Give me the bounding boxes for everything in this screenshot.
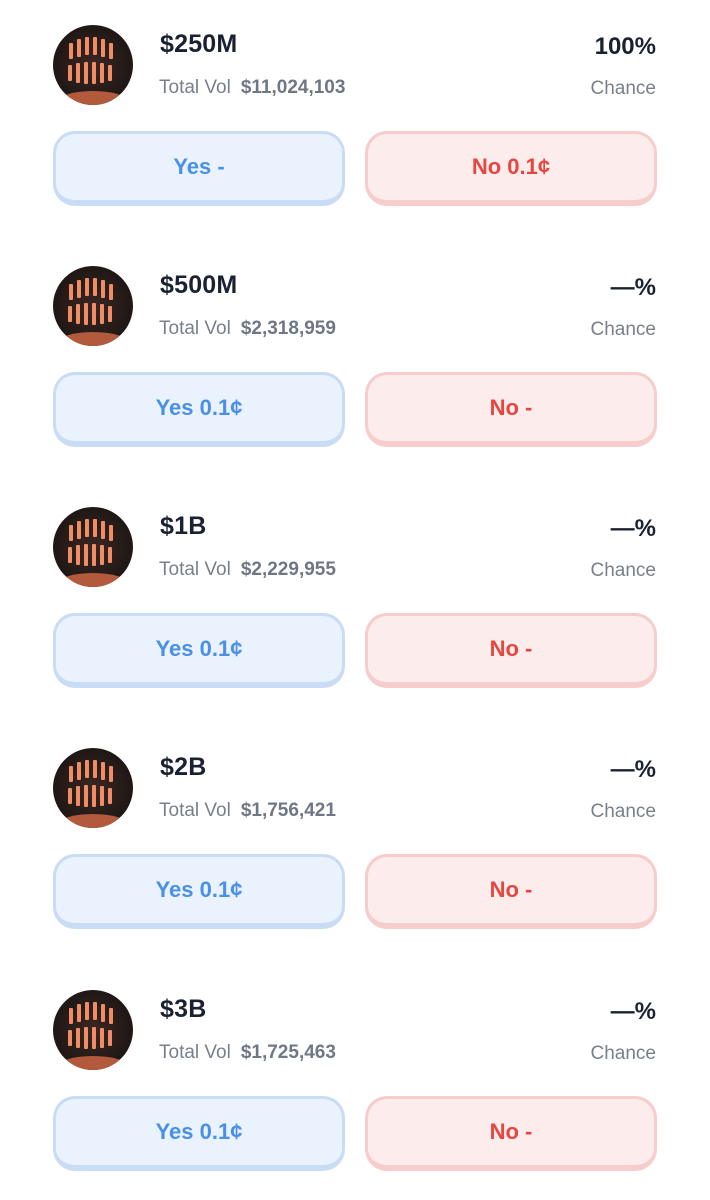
market-title: $2B <box>160 753 207 781</box>
yes-button[interactable]: Yes 0.1¢ <box>53 613 345 688</box>
market-image <box>53 507 133 587</box>
yes-button[interactable]: Yes - <box>53 131 345 206</box>
no-button[interactable]: No - <box>365 613 657 688</box>
market-image-icon <box>53 25 133 105</box>
market-title: $500M <box>160 271 238 299</box>
total-volume-value: $1,725,463 <box>240 1042 336 1063</box>
total-volume: Total Vol $11,024,103 <box>159 77 345 99</box>
total-volume-label: Total Vol <box>159 77 231 98</box>
market-row: $1B Total Vol $2,229,955 —% Chance Yes 0.… <box>0 482 710 688</box>
chance-percent: —% <box>610 274 656 301</box>
yes-button[interactable]: Yes 0.1¢ <box>53 854 345 929</box>
total-volume-value: $11,024,103 <box>240 77 346 98</box>
chance-label: Chance <box>590 319 657 340</box>
market-image <box>53 748 133 828</box>
market-image <box>53 266 133 346</box>
no-button[interactable]: No - <box>365 854 657 929</box>
total-volume-label: Total Vol <box>159 318 231 339</box>
chance-percent: —% <box>610 756 656 783</box>
total-volume: Total Vol $2,229,955 <box>159 559 336 581</box>
market-image-icon <box>53 507 133 587</box>
chance-percent: —% <box>610 998 656 1025</box>
market-title: $3B <box>160 995 207 1023</box>
market-row: $250M Total Vol $11,024,103 100% Chance Y… <box>0 0 710 206</box>
chance-percent: —% <box>610 515 656 542</box>
market-image-icon <box>53 266 133 346</box>
market-image <box>53 990 133 1070</box>
market-row: $2B Total Vol $1,756,421 —% Chance Yes 0.… <box>0 723 710 929</box>
total-volume-value: $1,756,421 <box>240 800 336 821</box>
total-volume-label: Total Vol <box>159 559 231 580</box>
no-button[interactable]: No 0.1¢ <box>365 131 657 206</box>
total-volume: Total Vol $1,725,463 <box>159 1042 336 1064</box>
total-volume: Total Vol $2,318,959 <box>159 318 336 340</box>
chance-label: Chance <box>590 1043 657 1064</box>
yes-button[interactable]: Yes 0.1¢ <box>53 372 345 447</box>
market-row: $500M Total Vol $2,318,959 —% Chance Yes … <box>0 241 710 447</box>
market-row: $3B Total Vol $1,725,463 —% Chance Yes 0.… <box>0 965 710 1171</box>
market-image-icon <box>53 748 133 828</box>
no-button[interactable]: No - <box>365 1096 657 1171</box>
total-volume-value: $2,318,959 <box>240 318 336 339</box>
no-button[interactable]: No - <box>365 372 657 447</box>
market-image-icon <box>53 990 133 1070</box>
market-title: $250M <box>160 30 238 58</box>
chance-label: Chance <box>590 560 657 581</box>
chance-percent: 100% <box>594 33 656 60</box>
total-volume-value: $2,229,955 <box>240 559 336 580</box>
yes-button[interactable]: Yes 0.1¢ <box>53 1096 345 1171</box>
total-volume-label: Total Vol <box>159 800 231 821</box>
total-volume: Total Vol $1,756,421 <box>159 800 336 822</box>
market-title: $1B <box>160 512 207 540</box>
market-image <box>53 25 133 105</box>
chance-label: Chance <box>590 801 657 822</box>
total-volume-label: Total Vol <box>159 1042 231 1063</box>
chance-label: Chance <box>590 78 657 99</box>
